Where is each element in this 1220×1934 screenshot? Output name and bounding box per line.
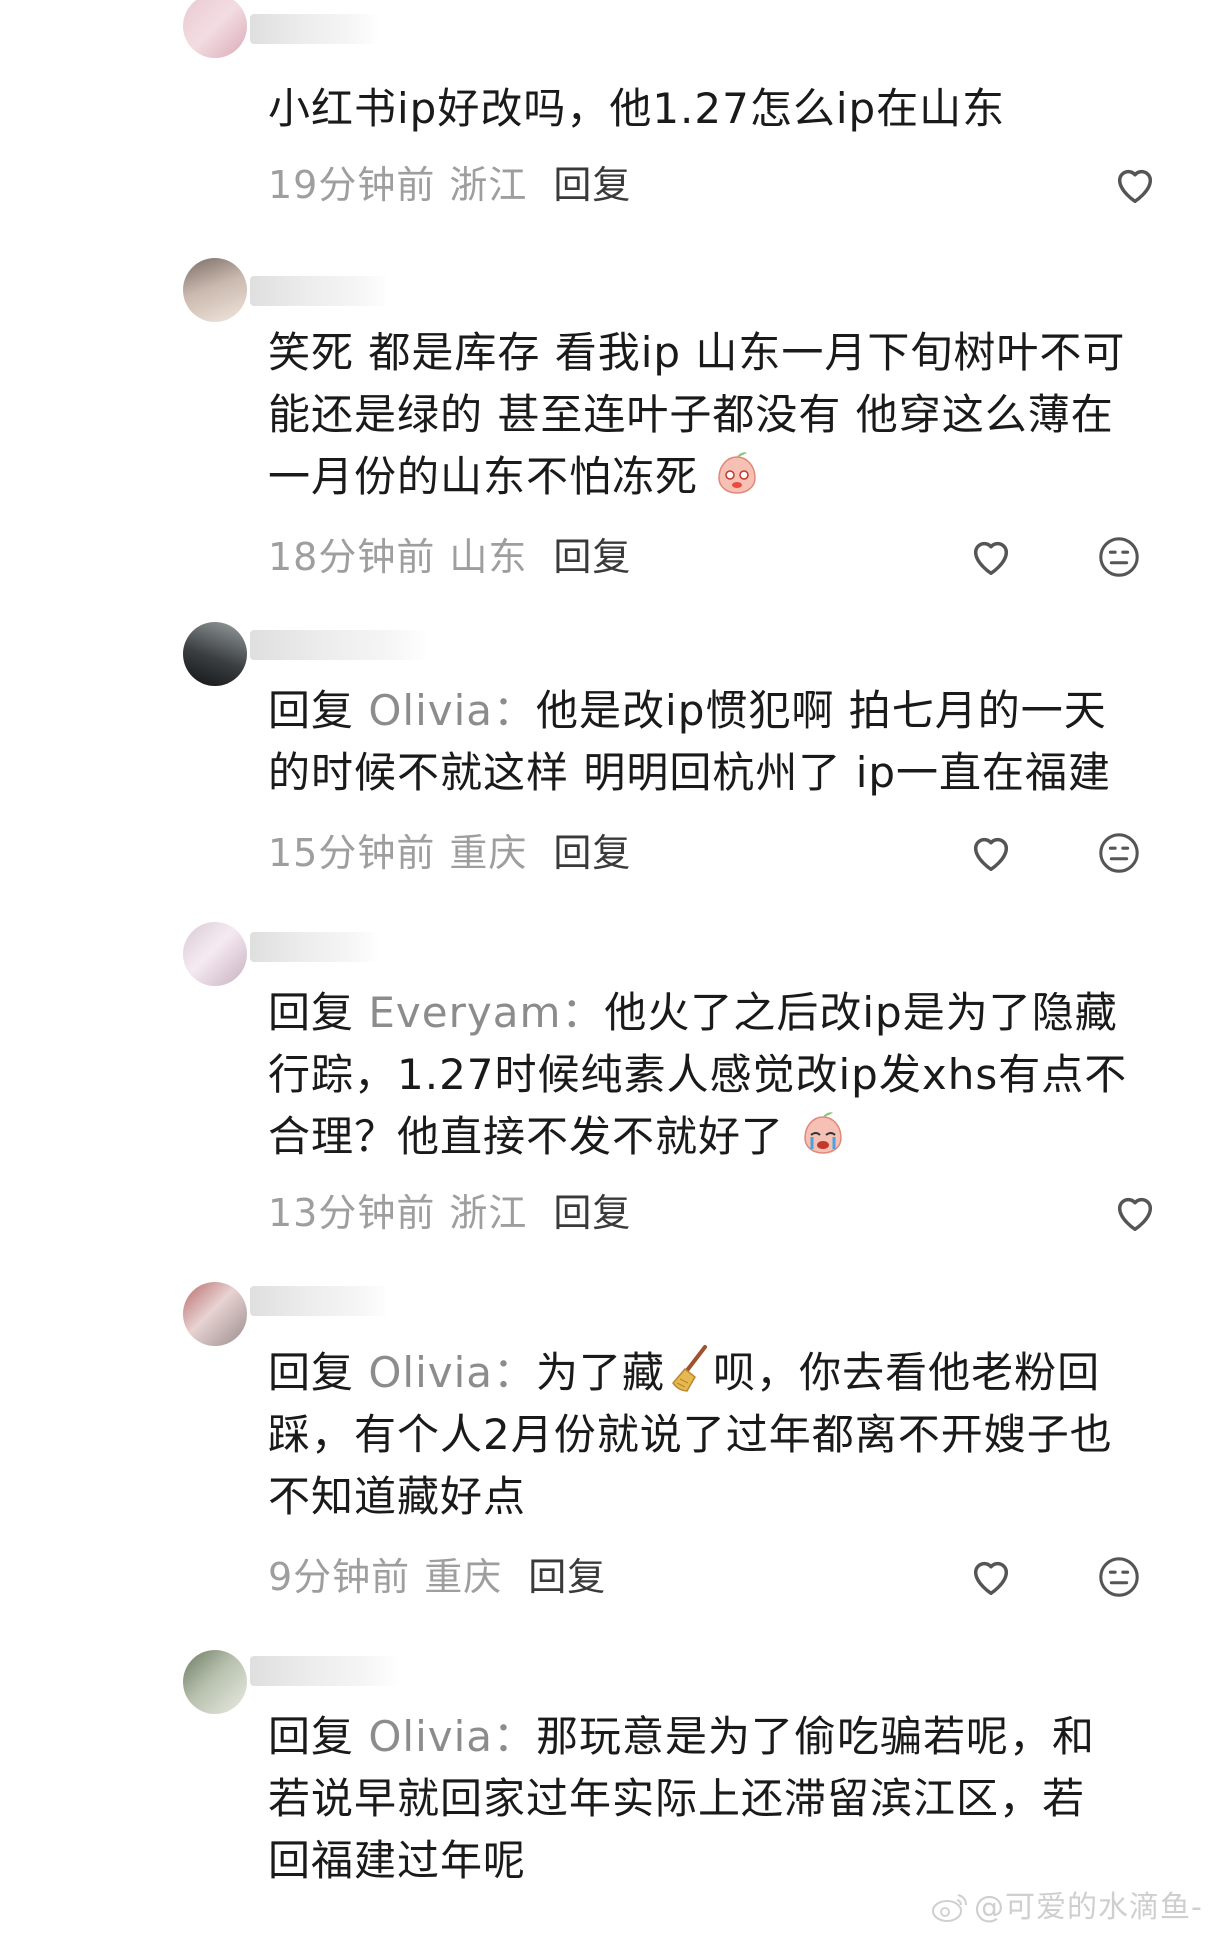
- comment-location: 山东: [449, 535, 528, 579]
- peach-shy-emoji: [718, 452, 757, 494]
- reply-button[interactable]: 回复: [528, 1555, 606, 1599]
- username-blurred[interactable]: [250, 630, 430, 660]
- reply-button[interactable]: 回复: [553, 831, 631, 875]
- comment-location: 浙江: [449, 163, 528, 207]
- emoji-face-icon[interactable]: [1096, 830, 1142, 876]
- comment-time: 18分钟前: [268, 535, 436, 579]
- comment-text: 笑死 都是库存 看我ip 山东一月下旬树叶不可 能还是绿的 甚至连叶子都没有 他…: [268, 328, 1126, 501]
- heart-outline-icon[interactable]: [968, 534, 1014, 580]
- comment-location: 浙江: [449, 1191, 528, 1235]
- emoji-face-icon[interactable]: [1096, 1554, 1142, 1600]
- username-blurred[interactable]: [250, 1286, 390, 1316]
- username-blurred[interactable]: [250, 1656, 400, 1686]
- avatar[interactable]: [183, 1282, 247, 1346]
- comment-time: 13分钟前: [268, 1191, 436, 1235]
- comment-text: 回复 Everyam：他火了之后改ip是为了隐藏 行踪，1.27时候纯素人感觉改…: [268, 988, 1128, 1161]
- comment-text: 回复 Olivia：他是改ip惯犯啊 拍七月的一天 的时候不就这样 明明回杭州了…: [268, 686, 1112, 797]
- comment-meta: 13分钟前 浙江 回复: [268, 1188, 631, 1238]
- comment-meta: 19分钟前 浙江 回复: [268, 160, 631, 210]
- heart-outline-icon[interactable]: [968, 1554, 1014, 1600]
- comment-meta: 18分钟前 山东 回复: [268, 532, 631, 582]
- comment-location: 重庆: [424, 1555, 503, 1599]
- comment-time: 19分钟前: [268, 163, 436, 207]
- avatar[interactable]: [183, 922, 247, 986]
- username-blurred[interactable]: [250, 932, 380, 962]
- username-blurred[interactable]: [250, 14, 380, 44]
- reply-target-name: Olivia：: [368, 686, 537, 735]
- reply-target-name: Olivia：: [368, 1348, 537, 1397]
- heart-outline-icon[interactable]: [968, 830, 1014, 876]
- avatar[interactable]: [183, 258, 247, 322]
- reply-target-name: Olivia：: [368, 1712, 537, 1761]
- comment-text: 小红书ip好改吗，他1.27怎么ip在山东: [268, 84, 1006, 133]
- comment-meta: 15分钟前 重庆 回复: [268, 828, 631, 878]
- heart-outline-icon[interactable]: [1112, 1190, 1158, 1236]
- watermark: @可爱的水滴鱼-: [930, 1882, 1203, 1926]
- reply-target-name: Everyam：: [368, 988, 605, 1037]
- comment-location: 重庆: [449, 831, 528, 875]
- broom-emoji: [672, 1345, 708, 1392]
- comment-meta: 9分钟前 重庆 回复: [268, 1552, 606, 1602]
- heart-outline-icon[interactable]: [1112, 162, 1158, 208]
- avatar[interactable]: [183, 1650, 247, 1714]
- username-blurred[interactable]: [250, 276, 390, 306]
- comment-time: 9分钟前: [268, 1555, 411, 1599]
- weibo-logo-icon: [932, 1894, 967, 1922]
- avatar[interactable]: [183, 0, 247, 58]
- peach-crying-emoji: [804, 1112, 843, 1154]
- reply-button[interactable]: 回复: [553, 535, 631, 579]
- reply-button[interactable]: 回复: [553, 163, 631, 207]
- comment-text: 回复 Olivia：那玩意是为了偷吃骗若呢，和 若说早就回家过年实际上还滞留滨江…: [268, 1712, 1096, 1885]
- avatar[interactable]: [183, 622, 247, 686]
- reply-button[interactable]: 回复: [553, 1191, 631, 1235]
- comment-text: 回复 Olivia：为了藏 呗，你去看他老粉回 踩，有个人2月份就说了过年都离不…: [268, 1342, 1168, 1528]
- comment-time: 15分钟前: [268, 831, 436, 875]
- emoji-face-icon[interactable]: [1096, 534, 1142, 580]
